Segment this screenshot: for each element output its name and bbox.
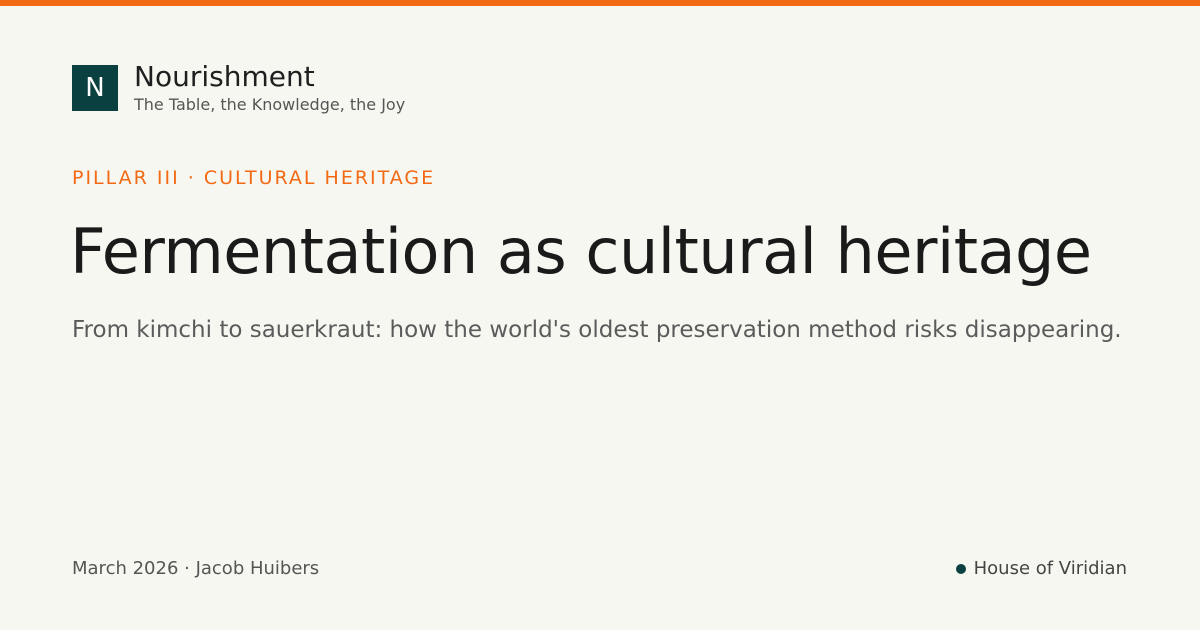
logo-mark: N [72,65,118,111]
brand-text: Nourishment The Table, the Knowledge, th… [134,62,405,115]
publisher: House of Viridian [955,558,1127,580]
brand-header: N Nourishment The Table, the Knowledge, … [72,62,405,115]
byline: March 2026 · Jacob Huibers [72,558,320,579]
brand-name: Nourishment [134,60,315,93]
dot-icon [955,564,966,574]
brand-tagline: The Table, the Knowledge, the Joy [134,95,406,114]
article-subtitle: From kimchi to sauerkraut: how the world… [72,317,1122,343]
article-title: Fermentation as cultural heritage [70,215,1092,288]
top-accent-bar [0,0,1200,6]
section-kicker: PILLAR III · CULTURAL HERITAGE [72,167,436,189]
publisher-name: House of Viridian [973,558,1127,579]
